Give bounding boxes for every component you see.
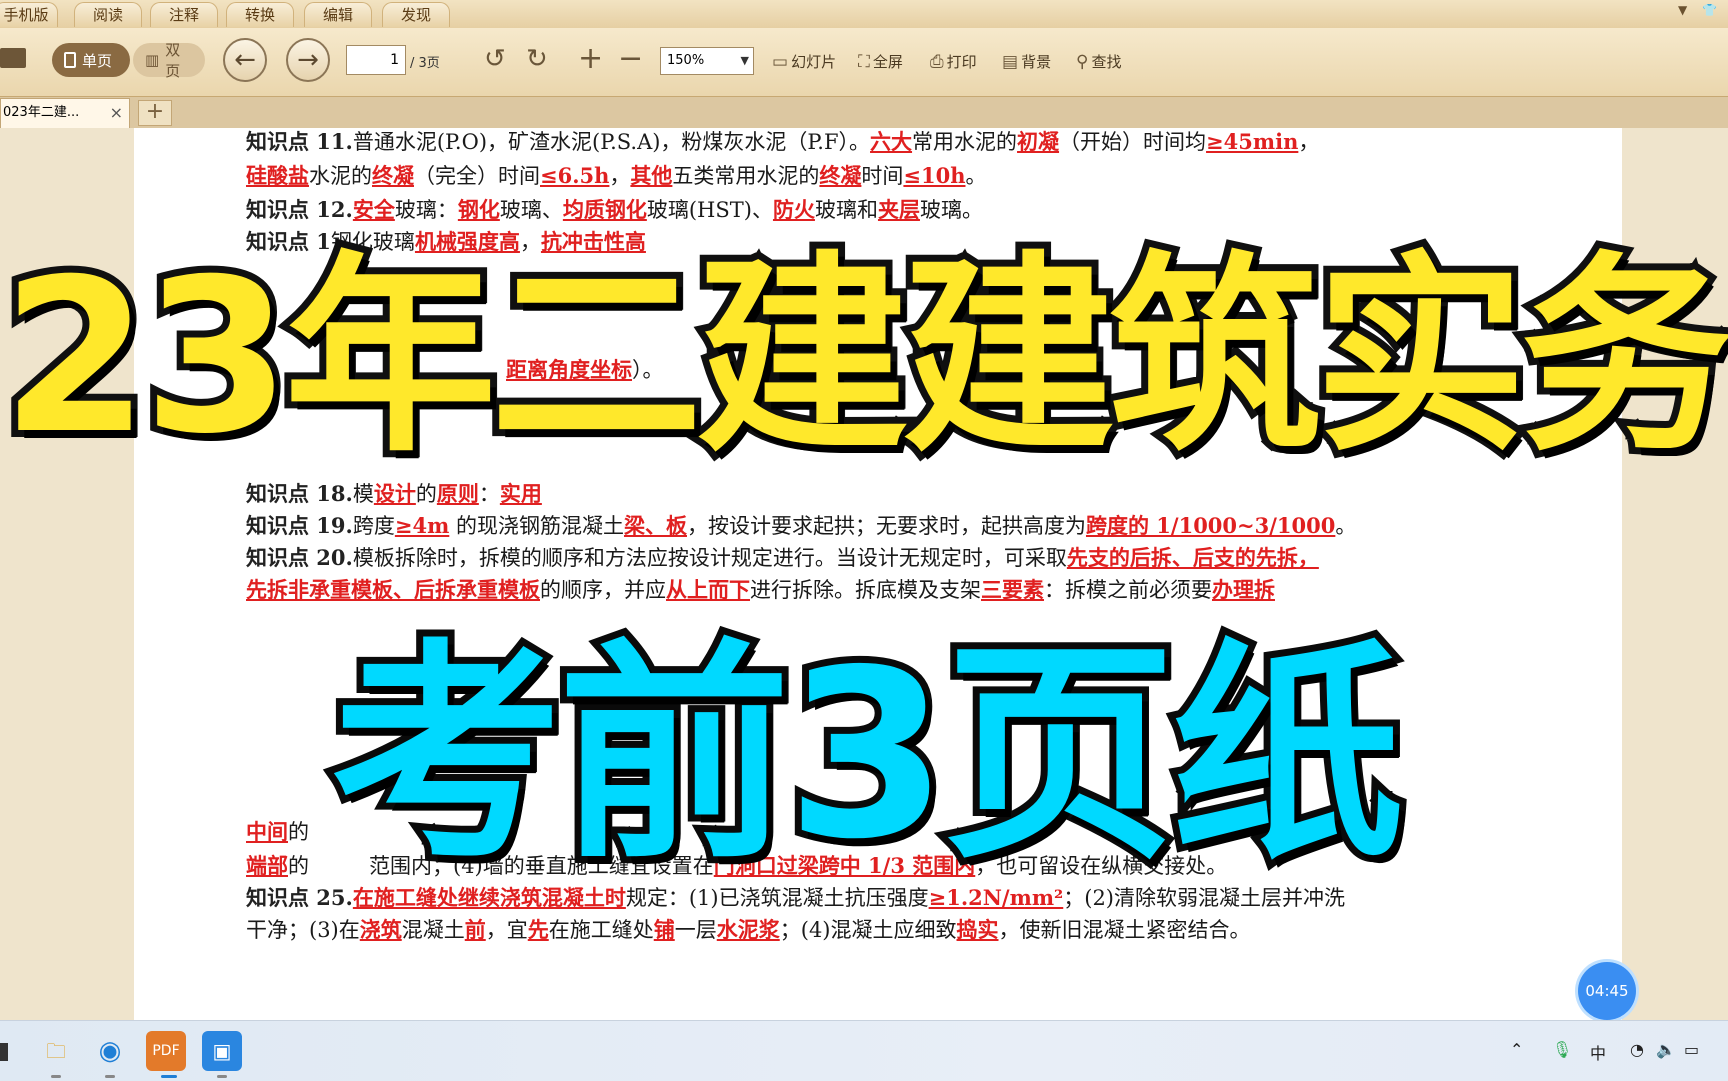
app-indicator-active — [161, 1075, 177, 1078]
print-label: 打印 — [946, 53, 977, 71]
start-edge-icon[interactable] — [0, 1043, 8, 1061]
text-line: 硅酸盐水泥的终凝（完全）时间≤6.5h，其他五类常用水泥的终凝时间≤10h。 — [246, 163, 987, 188]
text-line: 知识点 11.普通水泥(P.O)，矿渣水泥(P.S.A)，粉煤灰水泥（P.F）。… — [246, 129, 1320, 154]
menu-tab-discover[interactable]: 发现 — [382, 2, 450, 27]
edge-icon[interactable]: ◉ — [90, 1031, 130, 1071]
menu-tab-mobile[interactable]: 手机版 — [0, 2, 58, 27]
photos-icon[interactable]: ▣ — [202, 1031, 242, 1071]
battery-icon[interactable]: ▭ — [1684, 1040, 1699, 1059]
wifi-icon[interactable]: ◔ — [1630, 1040, 1644, 1059]
background-label: 背景 — [1021, 53, 1052, 71]
text-line: 干净；(3)在浇筑混凝土前，宜先在施工缝处铺一层水泥浆；(4)混凝土应细致捣实，… — [246, 917, 1251, 942]
double-page-icon: ▥ — [145, 51, 160, 69]
page-number-input[interactable]: 1 — [346, 45, 406, 75]
rotate-right-icon[interactable]: ↻ — [526, 44, 548, 74]
document-tab[interactable]: 023年二建... × — [0, 98, 130, 128]
fullscreen-label: 全屏 — [872, 53, 903, 71]
microphone-icon[interactable]: 🎙 — [1552, 1040, 1572, 1059]
fullscreen-button[interactable]: ⛶ 全屏 — [858, 51, 903, 72]
text-line: 知识点 18.模设计的原则：实用 — [246, 481, 542, 506]
menu-tab-annotate[interactable]: 注释 — [150, 2, 218, 27]
single-page-button[interactable]: 单页 — [52, 43, 130, 77]
chevron-up-icon[interactable]: ⌃ — [1510, 1040, 1523, 1059]
fullscreen-icon: ⛶ — [858, 51, 870, 72]
prev-page-button[interactable]: ← — [223, 38, 267, 82]
timer-badge[interactable]: 04:45 — [1578, 962, 1636, 1020]
text-line: 知识点 20.模板拆除时，拆模的顺序和方法应按设计规定进行。当设计无规定时，可采… — [246, 545, 1319, 570]
zoom-in-icon[interactable]: + — [578, 44, 603, 74]
next-page-button[interactable]: → — [286, 38, 330, 82]
taskbar: 🗀 ◉ PDF ▣ ⌃ 🎙 中 ◔ 🔈 ▭ — [0, 1020, 1728, 1081]
text-line: 先拆非承重模板、后拆承重模板的顺序，并应从上而下进行拆除。拆底模及支架三要素：拆… — [246, 577, 1275, 602]
arrow-right-icon: → — [297, 45, 319, 75]
search-icon: ⚲ — [1076, 51, 1089, 72]
slideshow-label: 幻灯片 — [791, 53, 837, 71]
double-page-button[interactable]: ▥ 双页 — [133, 41, 205, 80]
menu-tab-read[interactable]: 阅读 — [74, 2, 142, 27]
app-indicator — [51, 1075, 61, 1078]
collapse-ribbon-icon[interactable]: ▼ — [1678, 3, 1687, 17]
menu-tab-convert[interactable]: 转换 — [226, 2, 294, 27]
single-page-label: 单页 — [82, 51, 113, 70]
ime-indicator[interactable]: 中 — [1590, 1040, 1606, 1064]
slideshow-button[interactable]: ▭ 幻灯片 — [772, 51, 836, 72]
background-button[interactable]: ▤ 背景 — [1002, 51, 1051, 72]
zoom-select[interactable]: 150% ▼ — [660, 47, 754, 75]
chevron-down-icon: ▼ — [740, 54, 749, 67]
app-indicator — [217, 1075, 227, 1078]
slideshow-icon: ▭ — [772, 51, 789, 72]
volume-icon[interactable]: 🔈 — [1656, 1040, 1676, 1059]
file-explorer-icon[interactable]: 🗀 — [36, 1031, 76, 1071]
document-tab-title: 023年二建... — [3, 105, 80, 120]
open-folder-icon[interactable] — [0, 48, 26, 68]
printer-icon: ⎙ — [930, 51, 944, 72]
text-line: 知识点 12.安全玻璃：钢化玻璃、均质钢化玻璃(HST)、防火玻璃和夹层玻璃。 — [246, 197, 983, 222]
find-button[interactable]: ⚲ 查找 — [1076, 51, 1121, 72]
text-line: 知识点 19.跨度≥4m 的现浇钢筋混凝土梁、板，按设计要求起拱；无要求时，起拱… — [246, 513, 1357, 538]
overlay-subtitle: 考前3页纸 — [323, 613, 1410, 897]
double-page-label: 双页 — [165, 41, 181, 80]
page-total: / 3页 — [410, 56, 440, 71]
menu-bar: 手机版 阅读 注释 转换 编辑 发现 ▼ 👕 — [0, 0, 1728, 29]
document-tab-bar: 023年二建... × + — [0, 97, 1728, 129]
overlay-title: 23年二建建筑实务 — [0, 226, 1728, 487]
new-tab-button[interactable]: + — [138, 100, 172, 126]
app-indicator — [105, 1075, 115, 1078]
skin-icon[interactable]: 👕 — [1702, 3, 1717, 17]
background-icon: ▤ — [1002, 51, 1019, 72]
zoom-value: 150% — [667, 53, 705, 68]
zoom-out-icon[interactable]: − — [618, 44, 643, 74]
rotate-left-icon[interactable]: ↺ — [484, 44, 506, 74]
page-icon — [64, 52, 76, 68]
close-icon[interactable]: × — [110, 99, 123, 127]
arrow-left-icon: ← — [234, 45, 256, 75]
find-label: 查找 — [1091, 53, 1122, 71]
menu-tab-edit[interactable]: 编辑 — [304, 2, 372, 27]
print-button[interactable]: ⎙ 打印 — [930, 51, 977, 72]
pdf-reader-icon[interactable]: PDF — [146, 1031, 186, 1071]
